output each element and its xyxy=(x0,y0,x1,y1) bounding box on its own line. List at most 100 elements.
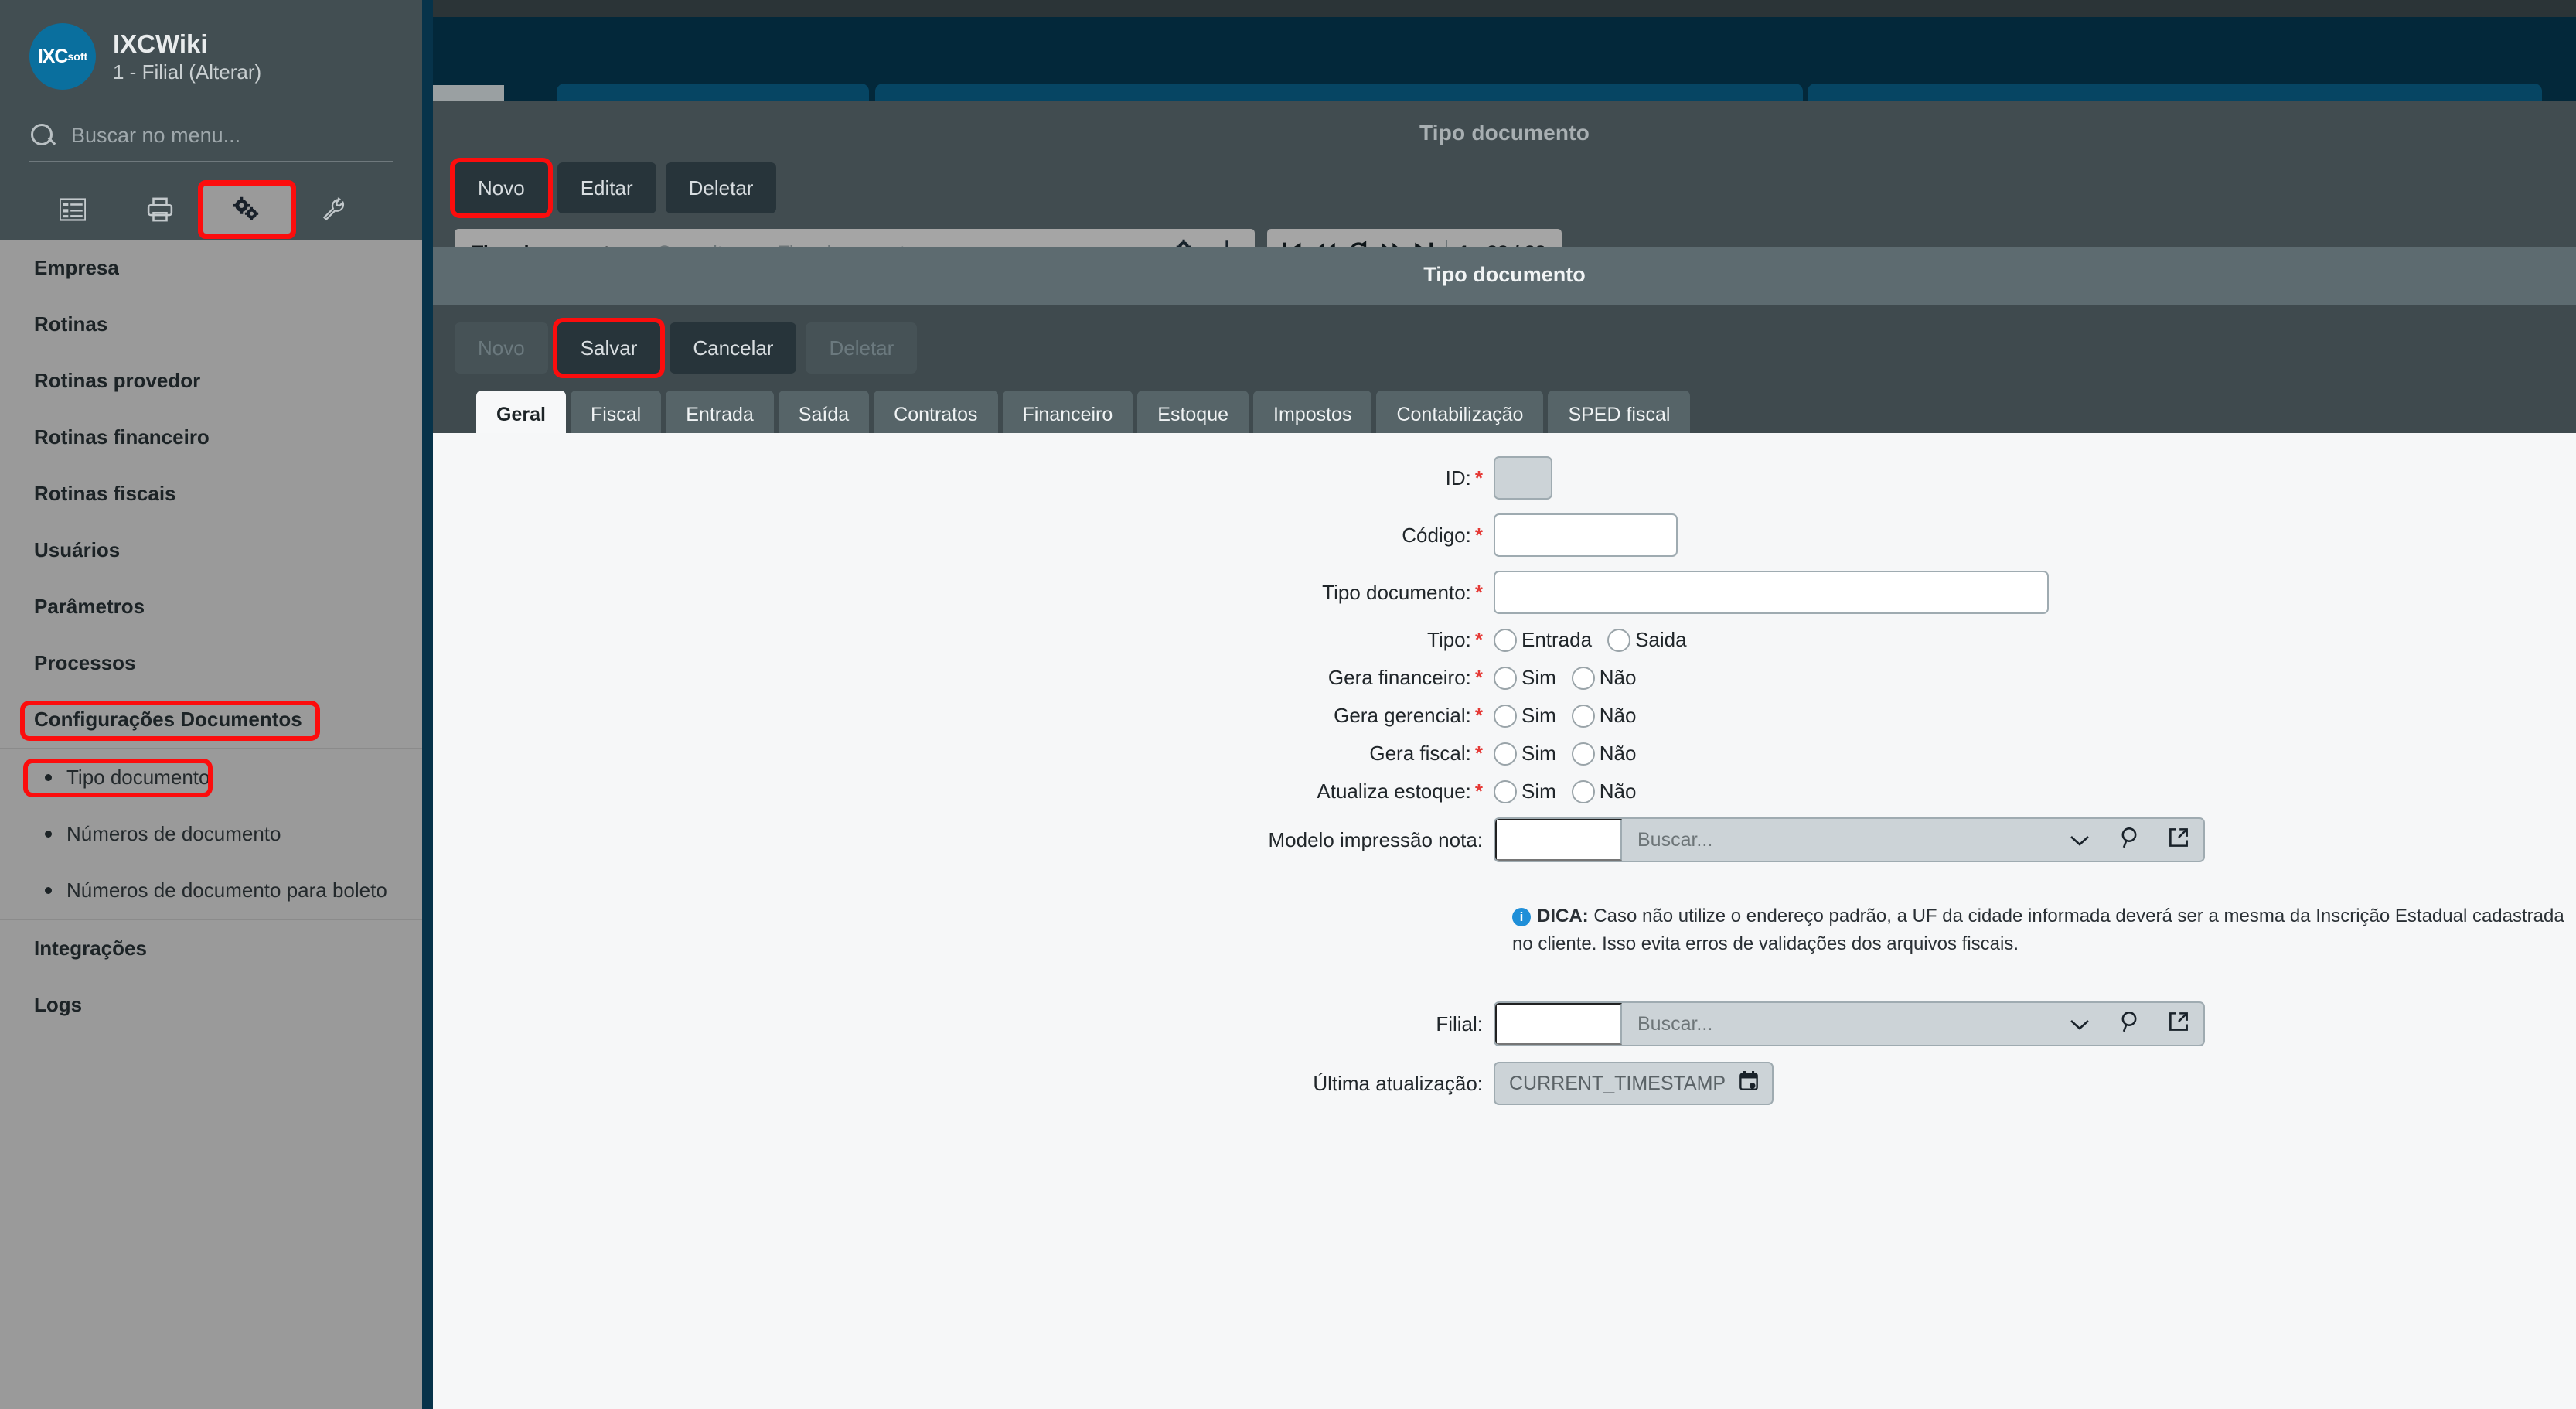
radio-icon[interactable] xyxy=(1494,704,1517,728)
sidebar-item-label: Tipo documento xyxy=(66,766,210,789)
search-icon[interactable] xyxy=(2104,1011,2154,1038)
gera-gerencial-radio-nao[interactable]: Não xyxy=(1571,704,1636,728)
sidebar-item-rotinas-provedor[interactable]: Rotinas provedor xyxy=(0,353,422,409)
radio-icon[interactable] xyxy=(1607,628,1631,652)
chevron-down-icon[interactable] xyxy=(2055,1012,2104,1036)
browser-tab-2[interactable] xyxy=(875,84,1803,101)
deletar-button[interactable]: Deletar xyxy=(665,162,777,213)
tipo-radio-entrada[interactable]: Entrada xyxy=(1494,628,1592,652)
sidebar-item-logs[interactable]: Logs xyxy=(0,977,422,1033)
radio-icon[interactable] xyxy=(1494,666,1517,690)
sidebar-item-rotinas-financeiro[interactable]: Rotinas financeiro xyxy=(0,409,422,466)
tab-geral[interactable]: Geral xyxy=(476,391,566,438)
browser-tab-ghost[interactable] xyxy=(433,85,504,101)
editar-button[interactable]: Editar xyxy=(557,162,656,213)
radio-icon[interactable] xyxy=(1494,628,1517,652)
codigo-input[interactable] xyxy=(1494,513,1678,557)
sidebar-item-numeros-de-documento[interactable]: Números de documento xyxy=(0,806,422,862)
sidebar-item-label: Configurações Documentos xyxy=(34,708,302,731)
search-icon xyxy=(29,122,56,148)
id-input[interactable] xyxy=(1494,456,1552,500)
menu-search-input[interactable]: Buscar no menu... xyxy=(71,124,240,148)
tipo-label-text: Tipo: xyxy=(1427,628,1471,651)
sidebar-item-numeros-de-documento-para-boleto[interactable]: Números de documento para boleto xyxy=(0,862,422,919)
gera-financeiro-radio-nao[interactable]: Não xyxy=(1571,666,1637,690)
gera-fiscal-radio-nao[interactable]: Não xyxy=(1571,742,1636,766)
wrench-icon[interactable] xyxy=(291,186,378,234)
sidebar-item-empresa[interactable]: Empresa xyxy=(0,240,422,296)
tab-saida[interactable]: Saída xyxy=(778,391,870,438)
tab-contratos[interactable]: Contratos xyxy=(874,391,998,438)
list-icon[interactable] xyxy=(29,186,117,234)
menu-search[interactable]: Buscar no menu... xyxy=(29,122,393,162)
gera-financeiro-radio-sim[interactable]: Sim xyxy=(1494,666,1556,690)
form-novo-button[interactable]: Novo xyxy=(455,322,548,374)
calendar-icon[interactable] xyxy=(1739,1070,1758,1097)
sidebar-item-parametros[interactable]: Parâmetros xyxy=(0,578,422,635)
filial-search-input[interactable]: Buscar... xyxy=(1622,1013,2055,1035)
brand-subtitle[interactable]: 1 - Filial (Alterar) xyxy=(113,60,261,85)
form-deletar-button[interactable]: Deletar xyxy=(806,322,918,374)
radio-icon[interactable] xyxy=(1571,780,1595,803)
browser-tab-3[interactable] xyxy=(1808,84,2542,101)
radio-icon[interactable] xyxy=(1494,780,1517,803)
radio-icon[interactable] xyxy=(1571,666,1595,690)
tipo-documento-input[interactable] xyxy=(1494,571,2049,614)
sidebar-item-integracoes[interactable]: Integrações xyxy=(0,920,422,977)
modelo-impressao-lookup[interactable]: Buscar... xyxy=(1494,817,2205,862)
required-marker: * xyxy=(1474,704,1483,727)
modelo-impressao-search-input[interactable]: Buscar... xyxy=(1622,829,2055,851)
required-marker: * xyxy=(1474,523,1483,547)
tip-bold-label: DICA: xyxy=(1537,906,1589,926)
list-action-buttons: Novo Editar Deletar xyxy=(433,145,2576,218)
radio-label: Não xyxy=(1599,666,1637,689)
modelo-impressao-code-input[interactable] xyxy=(1495,819,1622,861)
sidebar-item-configuracoes-documentos[interactable]: Configurações Documentos xyxy=(0,691,422,748)
printer-icon[interactable] xyxy=(117,186,204,234)
tipo-radio-saida[interactable]: Saida xyxy=(1607,628,1687,652)
cancelar-button[interactable]: Cancelar xyxy=(670,322,797,374)
tab-financeiro[interactable]: Financeiro xyxy=(1002,391,1133,438)
ultima-atualizacao-field[interactable]: CURRENT_TIMESTAMP xyxy=(1494,1062,1774,1105)
bullet-icon xyxy=(45,831,52,838)
gera-gerencial-radio-group: Sim Não xyxy=(1494,704,1636,728)
open-external-icon[interactable] xyxy=(2154,827,2203,853)
sidebar-item-tipo-documento[interactable]: Tipo documento xyxy=(0,749,422,806)
form-tabs: Geral Fiscal Entrada Saída Contratos Fin… xyxy=(455,374,2576,438)
search-icon[interactable] xyxy=(2104,827,2154,854)
form-body: ID: * Código: * Tipo documento: * Tipo: * xyxy=(433,433,2576,1409)
sidebar-item-processos[interactable]: Processos xyxy=(0,635,422,691)
open-external-icon[interactable] xyxy=(2154,1012,2203,1037)
sidebar: IXC soft IXCWiki 1 - Filial (Alterar) Bus… xyxy=(0,0,433,1409)
gera-fiscal-radio-sim[interactable]: Sim xyxy=(1494,742,1556,766)
atualiza-estoque-radio-sim[interactable]: Sim xyxy=(1494,780,1556,803)
radio-icon[interactable] xyxy=(1571,742,1595,766)
gears-icon[interactable] xyxy=(198,180,296,239)
gera-fiscal-label: Gera fiscal: * xyxy=(433,742,1494,766)
tab-fiscal[interactable]: Fiscal xyxy=(570,391,662,438)
sidebar-item-rotinas[interactable]: Rotinas xyxy=(0,296,422,353)
atualiza-estoque-radio-group: Sim Não xyxy=(1494,780,1636,803)
novo-button[interactable]: Novo xyxy=(450,158,553,218)
browser-tab-1[interactable] xyxy=(557,84,869,101)
salvar-button[interactable]: Salvar xyxy=(552,318,666,378)
sidebar-item-usuarios[interactable]: Usuários xyxy=(0,522,422,578)
gera-financeiro-label: Gera financeiro: * xyxy=(433,666,1494,690)
radio-icon[interactable] xyxy=(1571,704,1595,728)
sidebar-item-label: Números de documento xyxy=(66,822,281,845)
tab-impostos[interactable]: Impostos xyxy=(1253,391,1372,438)
tab-sped-fiscal[interactable]: SPED fiscal xyxy=(1548,391,1691,438)
filial-lookup[interactable]: Buscar... xyxy=(1494,1001,2205,1046)
gera-gerencial-radio-sim[interactable]: Sim xyxy=(1494,704,1556,728)
tab-estoque[interactable]: Estoque xyxy=(1137,391,1249,438)
tab-entrada[interactable]: Entrada xyxy=(666,391,774,438)
chevron-down-icon[interactable] xyxy=(2055,828,2104,852)
sidebar-item-rotinas-fiscais[interactable]: Rotinas fiscais xyxy=(0,466,422,522)
tab-contabilizacao[interactable]: Contabilização xyxy=(1376,391,1544,438)
gera-financeiro-label-text: Gera financeiro: xyxy=(1327,666,1471,689)
bullet-icon xyxy=(45,774,52,781)
modelo-impressao-label-text: Modelo impressão nota: xyxy=(1268,827,1483,851)
filial-code-input[interactable] xyxy=(1495,1003,1622,1045)
radio-icon[interactable] xyxy=(1494,742,1517,766)
atualiza-estoque-radio-nao[interactable]: Não xyxy=(1571,780,1636,803)
